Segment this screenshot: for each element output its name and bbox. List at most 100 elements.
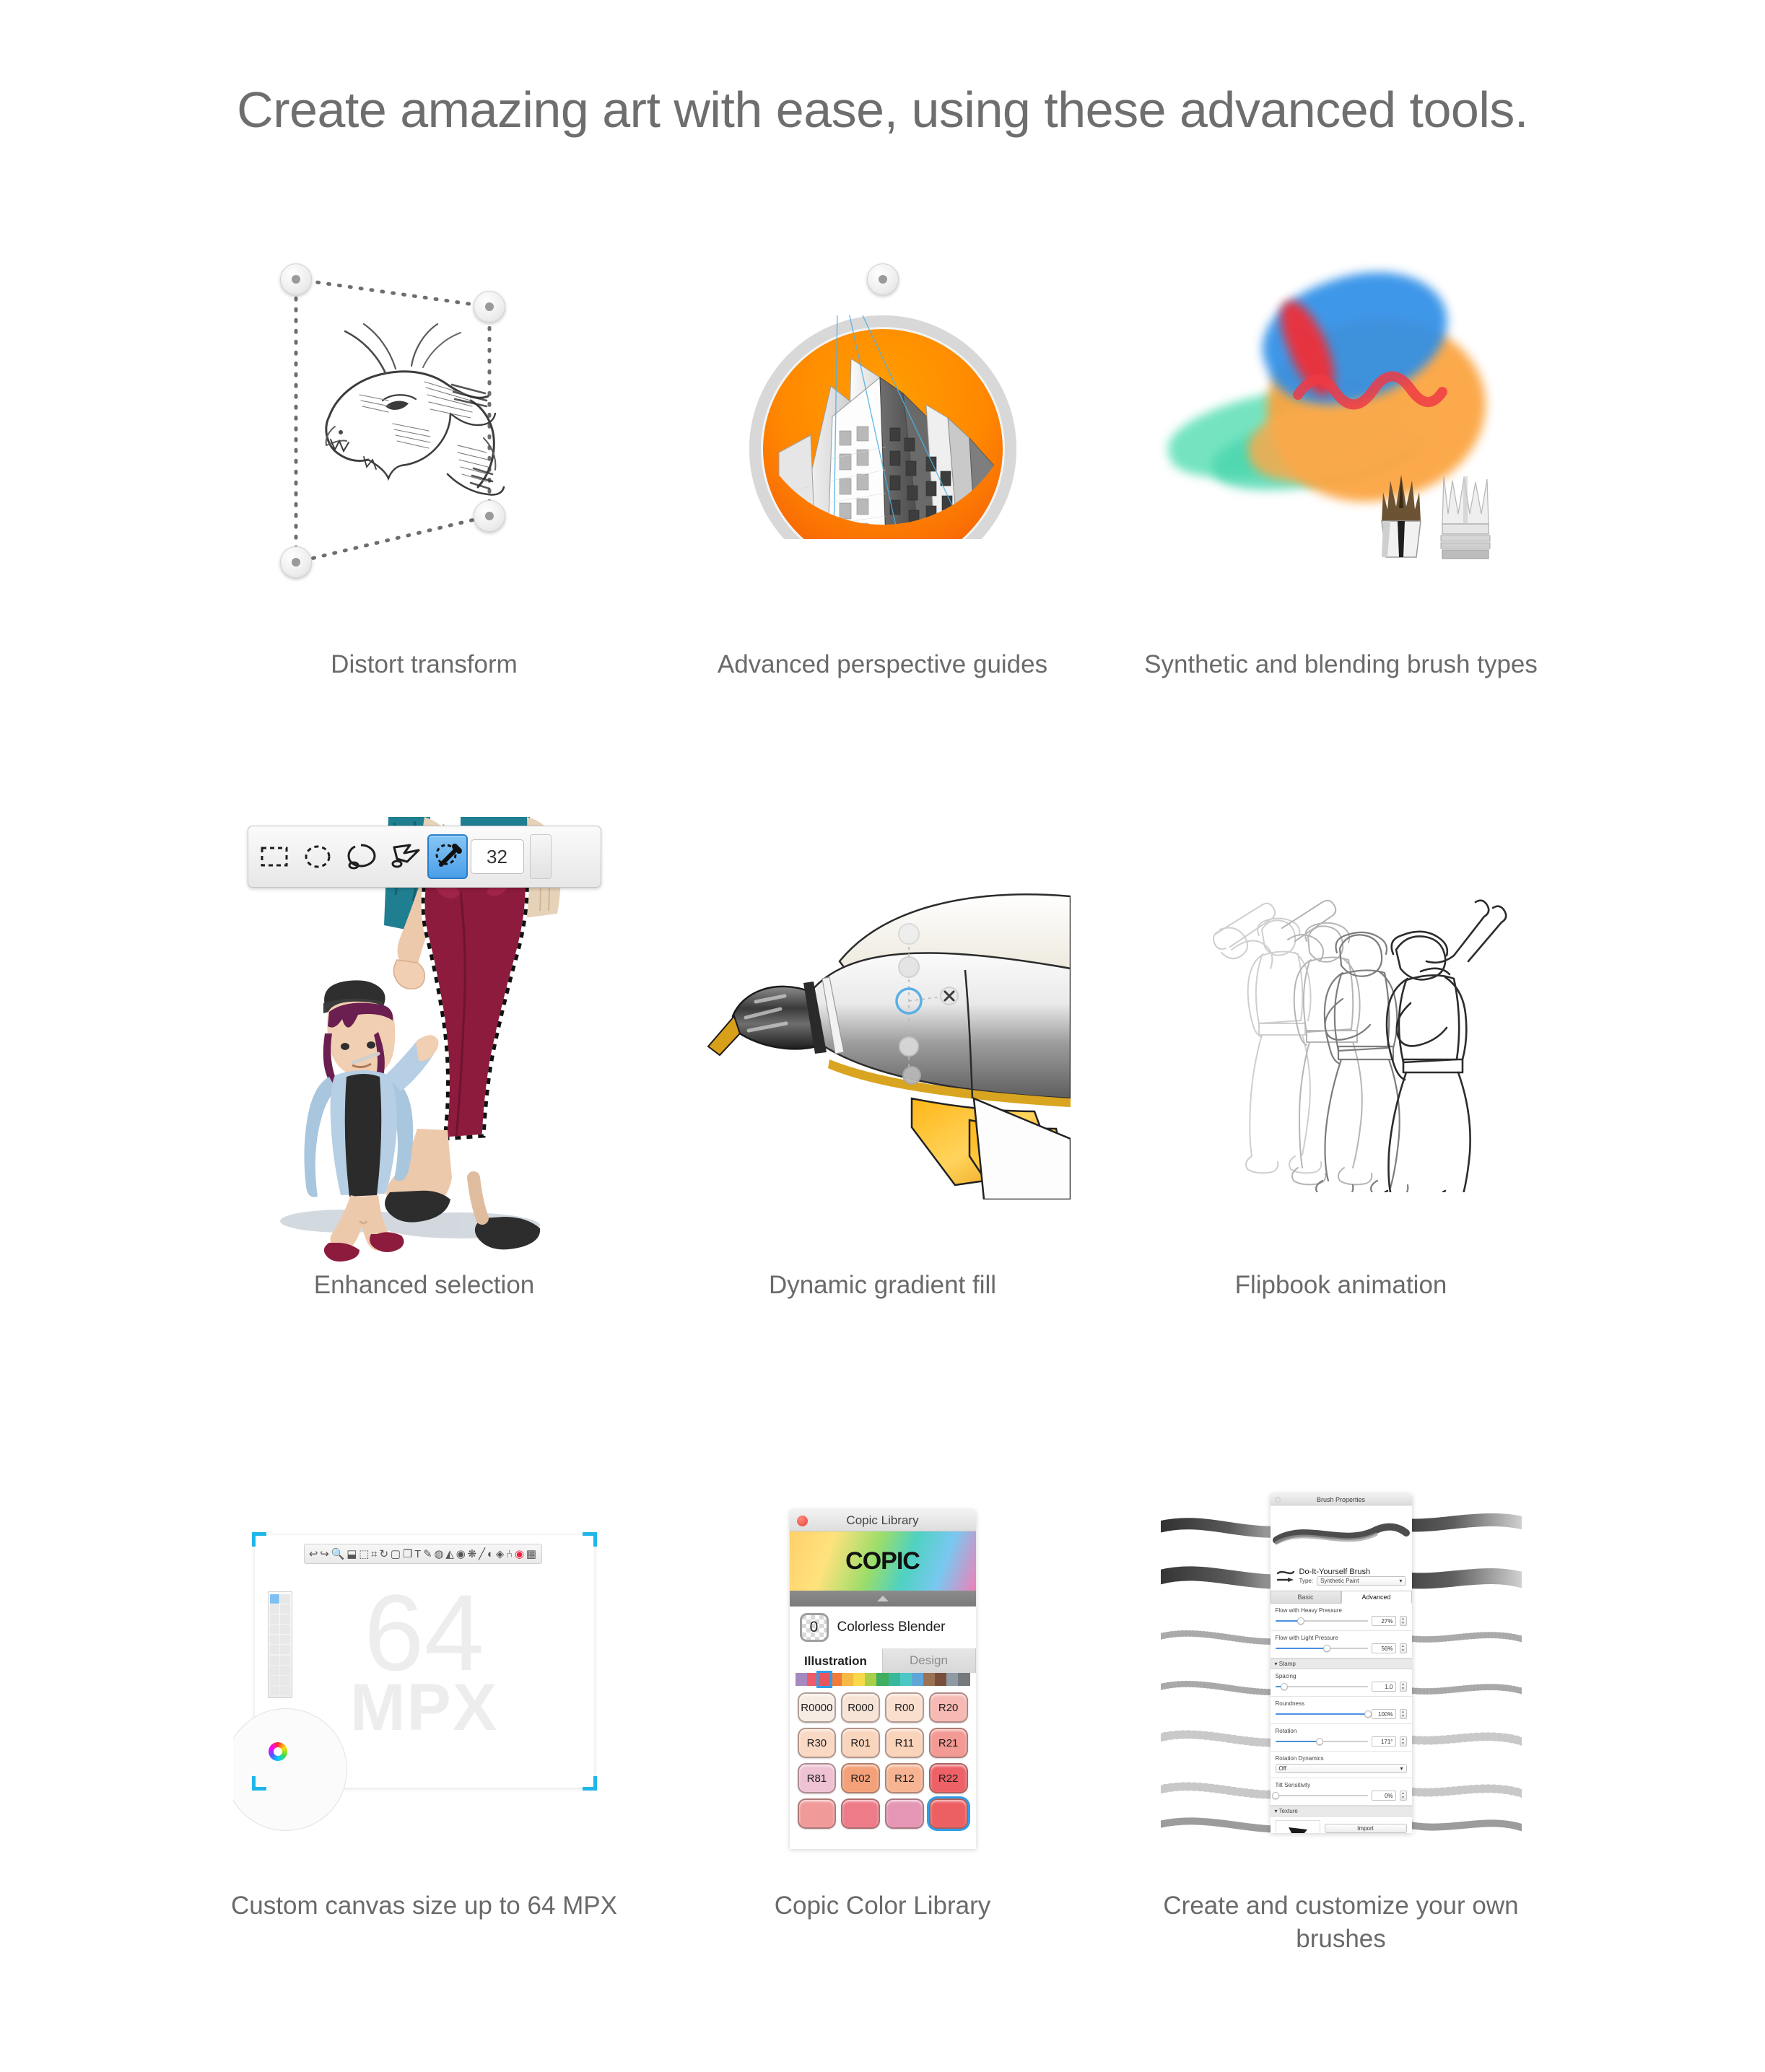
transform-handle-top-right[interactable] <box>473 291 505 323</box>
brush-slot[interactable] <box>280 1665 290 1675</box>
tab-design[interactable]: Design <box>882 1648 976 1673</box>
hue-chip[interactable] <box>946 1673 959 1686</box>
param-value[interactable]: 27% <box>1371 1616 1396 1626</box>
brush-slot[interactable] <box>269 1655 279 1665</box>
colorless-blender-row[interactable]: 0 Colorless Blender <box>789 1607 976 1648</box>
brush-slot[interactable] <box>280 1675 290 1685</box>
rotation-dynamics-select[interactable]: Off ▾ <box>1275 1764 1407 1773</box>
selection-toolbar[interactable]: 32 <box>247 826 601 888</box>
canvas-handle-bottom-right[interactable] <box>582 1776 597 1791</box>
magic-wand-tool[interactable] <box>427 834 468 879</box>
redo-icon[interactable]: ↪ <box>320 1547 329 1560</box>
param-slider[interactable] <box>1275 1738 1368 1745</box>
param-value[interactable]: 100% <box>1371 1709 1396 1719</box>
brush-type-select[interactable]: Synthetic Paint ▾ <box>1317 1576 1406 1586</box>
hue-chip[interactable] <box>888 1673 900 1686</box>
tab-advanced[interactable]: Advanced <box>1341 1591 1412 1604</box>
colorwheel-icon[interactable]: ◉ <box>515 1547 524 1560</box>
pencil-icon[interactable]: ✎ <box>423 1547 432 1560</box>
hue-chip[interactable] <box>829 1673 842 1686</box>
zoom-icon[interactable]: 🔍 <box>331 1547 345 1560</box>
color-wheel-icon[interactable] <box>268 1742 287 1761</box>
effects-icon[interactable]: ❋ <box>468 1547 477 1560</box>
copic-swatch[interactable] <box>841 1798 880 1829</box>
copic-swatch[interactable]: R000 <box>841 1692 880 1723</box>
brush-slot[interactable] <box>269 1594 279 1604</box>
section-texture[interactable]: ▾ Texture <box>1270 1806 1412 1817</box>
hue-chip[interactable] <box>876 1673 889 1686</box>
copic-swatch[interactable] <box>797 1798 837 1829</box>
param-slider[interactable] <box>1275 1710 1372 1718</box>
lasso-tool[interactable] <box>341 834 381 879</box>
brushes-icon[interactable]: ⑃ <box>506 1548 513 1560</box>
rotate-icon[interactable]: ↻ <box>379 1547 388 1560</box>
crop-icon[interactable]: ⌗ <box>371 1548 377 1560</box>
param-slider[interactable] <box>1275 1617 1368 1625</box>
param-stepper[interactable]: ▲ ▼ <box>1399 1736 1407 1747</box>
param-stepper[interactable]: ▲ ▼ <box>1399 1682 1407 1692</box>
copic-swatch[interactable]: R30 <box>797 1728 837 1758</box>
clone-icon[interactable]: ◈ <box>496 1547 505 1560</box>
param-stepper[interactable]: ▲ ▼ <box>1399 1791 1407 1801</box>
hue-chip[interactable] <box>842 1673 854 1686</box>
brush-slot[interactable] <box>269 1625 279 1635</box>
copic-swatch[interactable]: R81 <box>797 1763 837 1793</box>
gradient-icon[interactable]: ◐ <box>487 1548 494 1560</box>
param-value[interactable]: 1.0 <box>1371 1682 1396 1692</box>
brush-slot[interactable] <box>269 1675 279 1685</box>
hue-chip[interactable] <box>806 1673 819 1686</box>
param-value[interactable]: 171° <box>1371 1736 1396 1747</box>
brush-slot[interactable] <box>280 1635 290 1645</box>
copic-swatch[interactable]: R01 <box>841 1728 880 1758</box>
param-value[interactable]: 56% <box>1371 1643 1396 1653</box>
copic-swatch[interactable]: R02 <box>841 1763 880 1793</box>
param-stepper[interactable]: ▲ ▼ <box>1399 1709 1407 1719</box>
hue-chip-selected[interactable] <box>816 1671 832 1688</box>
shape-icon[interactable]: ▢ <box>391 1547 401 1560</box>
layers-icon[interactable]: ❐ <box>403 1547 412 1560</box>
import-button[interactable]: Import <box>1324 1823 1407 1833</box>
brush-slot[interactable] <box>280 1645 290 1655</box>
palette-icon[interactable]: ▦ <box>526 1547 536 1560</box>
select-icon[interactable]: ⬚ <box>359 1547 369 1560</box>
copic-tabs[interactable]: Illustration Design <box>789 1648 976 1673</box>
brush-slot[interactable] <box>269 1685 279 1695</box>
hue-chip[interactable] <box>865 1673 877 1686</box>
copic-swatch[interactable]: R21 <box>928 1728 968 1758</box>
canvas-handle-bottom-left[interactable] <box>251 1776 266 1791</box>
brush-slot[interactable] <box>280 1614 290 1625</box>
brush-slot[interactable] <box>280 1685 290 1695</box>
hue-chip[interactable] <box>795 1673 807 1686</box>
smudge-icon[interactable]: ◉ <box>456 1547 466 1560</box>
line-icon[interactable]: ╱ <box>479 1547 485 1560</box>
copic-swatch-selected[interactable] <box>928 1798 968 1829</box>
hue-chip[interactable] <box>911 1673 924 1686</box>
move-icon[interactable]: ⬓ <box>347 1547 357 1560</box>
hue-chip[interactable] <box>935 1673 947 1686</box>
brush-palette[interactable] <box>267 1591 292 1698</box>
copic-swatch[interactable]: R22 <box>928 1763 968 1793</box>
param-stepper[interactable]: ▲ ▼ <box>1399 1643 1407 1653</box>
canvas-handle-top-right[interactable] <box>582 1532 597 1547</box>
transform-handle-top-left[interactable] <box>279 263 312 295</box>
transform-handle-bottom-right[interactable] <box>473 500 505 532</box>
hue-chip[interactable] <box>923 1673 936 1686</box>
copic-swatch[interactable]: R20 <box>928 1692 968 1723</box>
brush-slot[interactable] <box>269 1604 279 1614</box>
vanishing-point-handle[interactable] <box>866 263 899 295</box>
brush-slot[interactable] <box>280 1594 290 1604</box>
hue-strip[interactable] <box>789 1671 976 1688</box>
param-stepper[interactable]: ▲ ▼ <box>1399 1616 1407 1626</box>
radial-menu[interactable] <box>232 1708 347 1831</box>
blender-swatch[interactable]: 0 <box>799 1613 829 1642</box>
brush-slot[interactable] <box>269 1614 279 1625</box>
brush-slot[interactable] <box>280 1655 290 1665</box>
undo-icon[interactable]: ↩ <box>309 1547 318 1560</box>
hue-chip[interactable] <box>899 1673 912 1686</box>
copic-swatch[interactable]: R11 <box>885 1728 924 1758</box>
close-button[interactable] <box>1274 1497 1281 1503</box>
ellipse-marquee-tool[interactable] <box>297 834 338 879</box>
brush-slot[interactable] <box>280 1625 290 1635</box>
text-icon[interactable]: T <box>414 1548 421 1560</box>
tolerance-input[interactable]: 32 <box>470 839 524 874</box>
